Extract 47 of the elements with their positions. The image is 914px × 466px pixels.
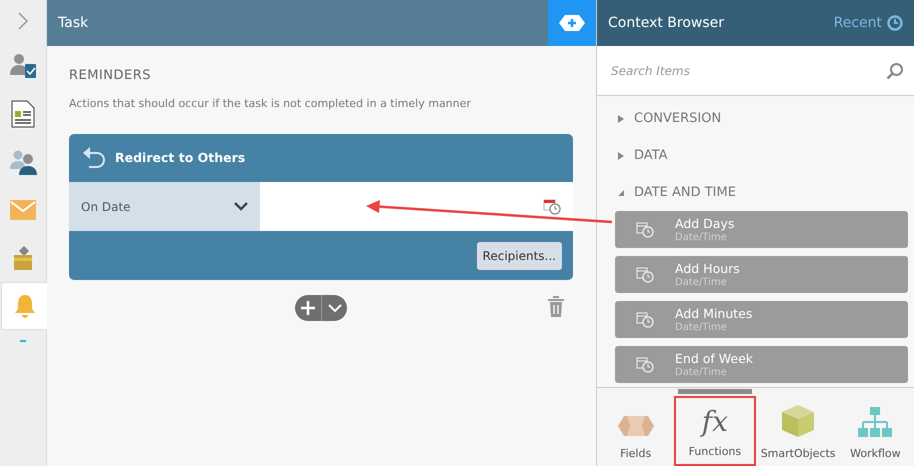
description: Actions that should occur if the task is not completed in a timely manner: [69, 96, 472, 112]
tree-category[interactable]: DATE AND TIME: [597, 174, 914, 211]
function-name: Add Minutes: [675, 306, 752, 320]
schedule-dropdown[interactable]: On Date: [69, 182, 260, 231]
panel-title: Context Browser: [608, 14, 726, 32]
search-icon[interactable]: [886, 62, 904, 80]
undo-icon: [81, 145, 107, 171]
search-bar[interactable]: Search Items: [597, 46, 914, 96]
chevron-down-icon: [328, 304, 342, 312]
expand-triangle-icon: [617, 150, 625, 160]
hexagon-icon: [618, 414, 654, 438]
calendar-clock-icon: [636, 312, 654, 328]
trash-icon[interactable]: [547, 296, 565, 318]
panel-title: Task: [57, 14, 90, 32]
calendar-clock-icon: [636, 266, 654, 282]
calendar-clock-icon: [636, 222, 654, 238]
cube-icon: [781, 404, 816, 438]
tray-icon: [13, 245, 33, 271]
function-name: End of Week: [675, 350, 753, 366]
recent-button[interactable]: Recent: [834, 12, 903, 34]
user-clipboard-icon: [9, 53, 37, 79]
function-name: Add Days: [675, 216, 734, 230]
bell-icon: [14, 293, 36, 319]
function-icon: fx: [702, 408, 728, 436]
section-title: REMINDERS: [69, 67, 152, 85]
plus-icon: [301, 301, 315, 315]
envelope-icon: [10, 200, 36, 220]
bottom-tab[interactable]: SmartObjects: [760, 388, 837, 466]
recipients-button[interactable]: Recipients...: [476, 242, 562, 270]
tree-category[interactable]: CONVERSION: [597, 100, 914, 137]
chevron-right-icon: [17, 11, 29, 31]
reminder-title: Redirect to Others: [115, 148, 246, 167]
plus-icon: [559, 15, 585, 31]
bottom-tab[interactable]: Workflow: [836, 388, 914, 466]
collapse-triangle-icon: [617, 188, 625, 196]
document-icon: [11, 100, 35, 128]
hierarchy-icon: [858, 406, 892, 438]
expand-triangle-icon: [617, 114, 625, 124]
chevron-down-icon: [234, 202, 248, 211]
calendar-clock-icon[interactable]: [543, 198, 561, 214]
tree-category[interactable]: DATA: [597, 137, 914, 174]
clock-icon: [887, 15, 903, 31]
add-button[interactable]: [548, 0, 596, 46]
function-name: Add Hours: [675, 260, 740, 276]
users-icon: [9, 149, 37, 175]
calendar-clock-icon: [636, 356, 654, 372]
bottom-tab[interactable]: Fields: [597, 388, 674, 466]
